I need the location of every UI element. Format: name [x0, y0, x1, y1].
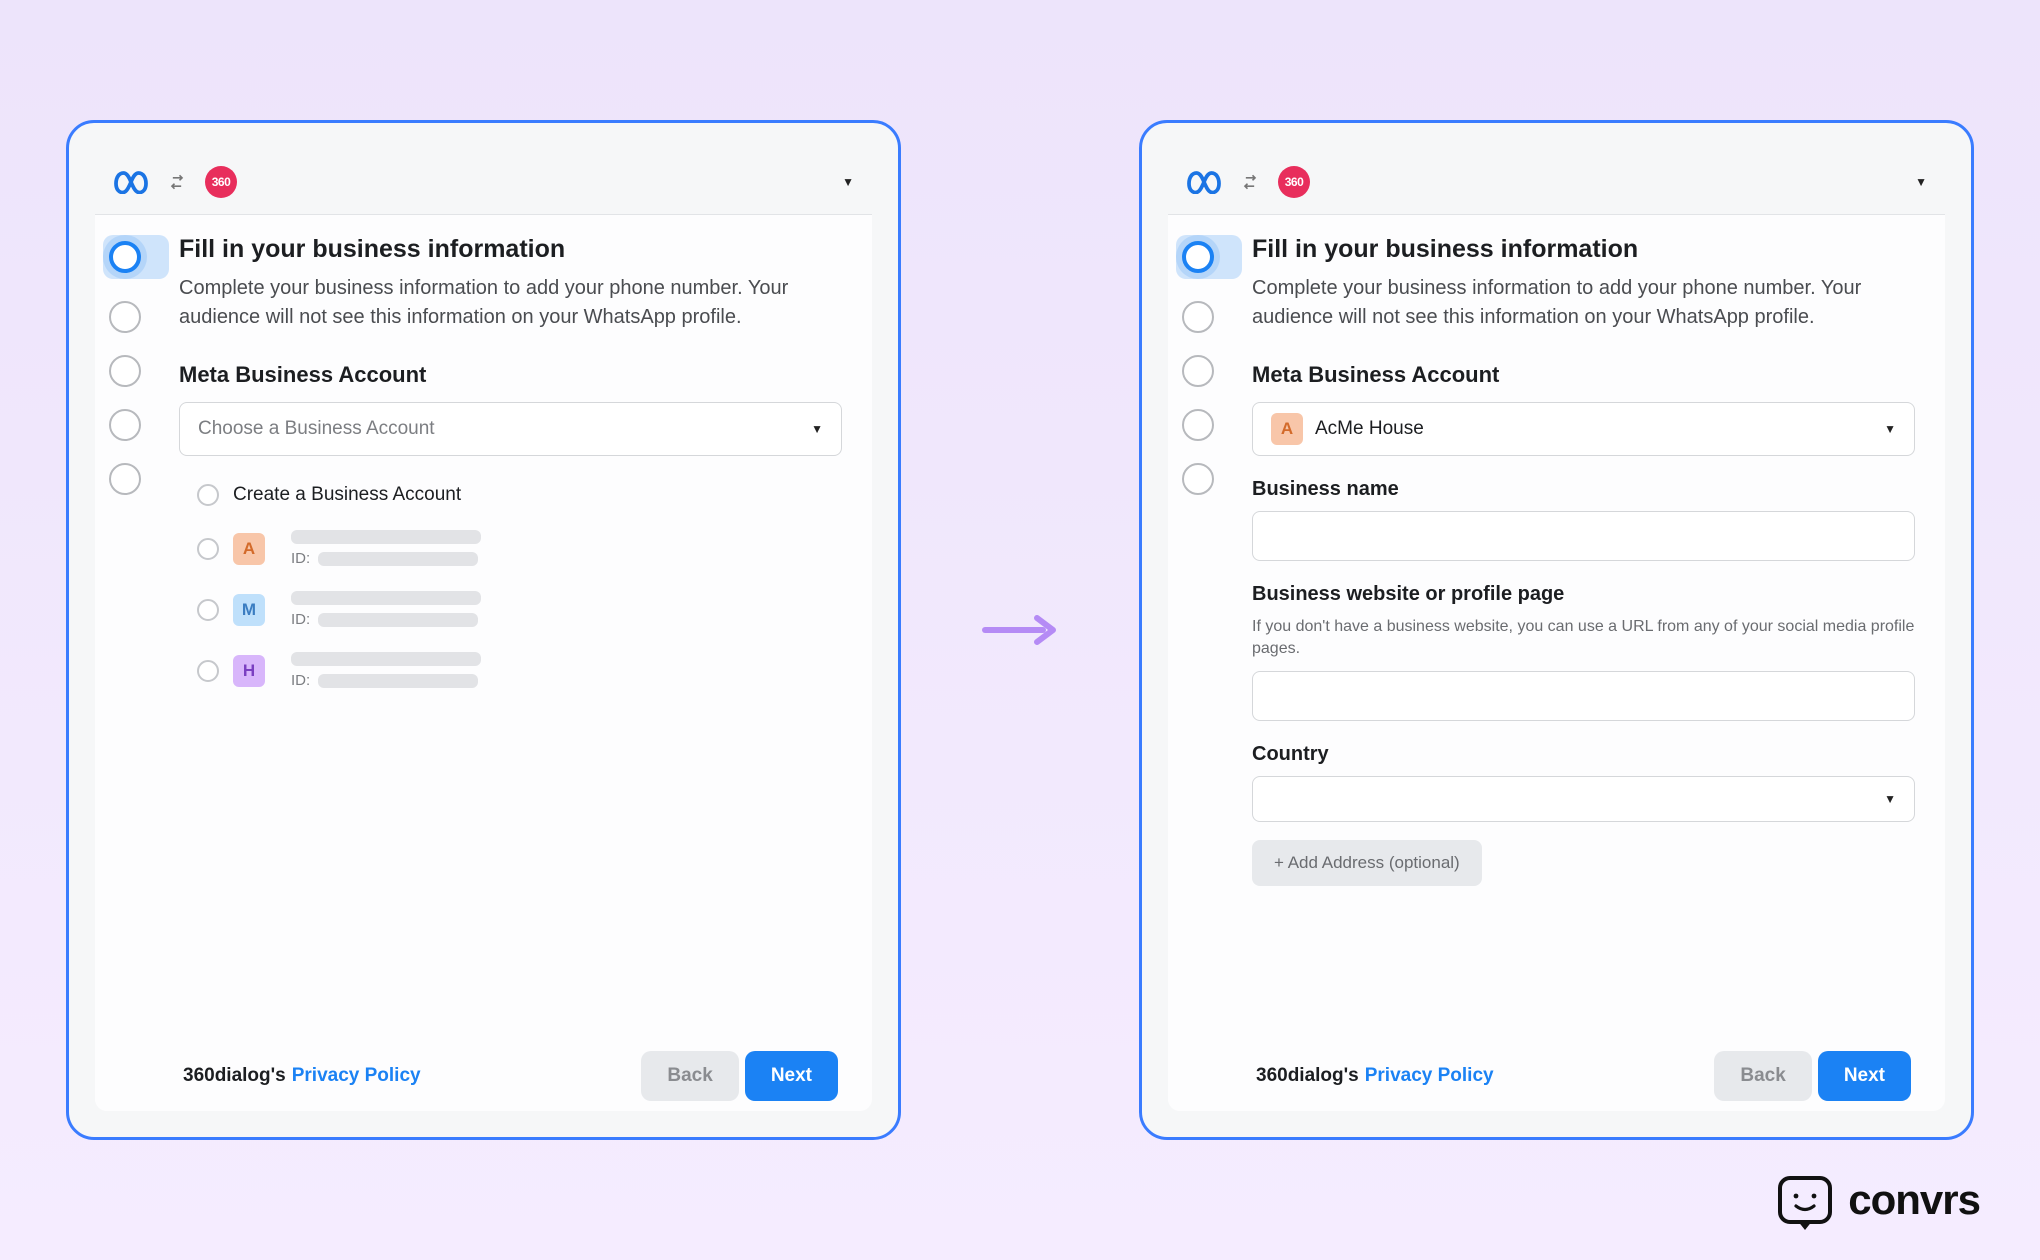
back-button[interactable]: Back — [641, 1051, 738, 1101]
account-option-h[interactable]: H ID: — [189, 640, 832, 701]
business-account-select[interactable]: A AcMe House ▼ — [1252, 402, 1915, 456]
step-3 — [109, 355, 141, 387]
step-4 — [1182, 409, 1214, 441]
account-option-a[interactable]: A ID: — [189, 518, 832, 579]
radio-icon — [197, 484, 219, 506]
page-title: Fill in your business information — [179, 235, 842, 264]
360dialog-badge-icon: 360 — [1278, 166, 1310, 198]
account-option-m[interactable]: M ID: — [189, 579, 832, 640]
topbar: 360 ▼ — [95, 149, 872, 215]
account-name-skeleton — [291, 652, 481, 666]
meta-account-label: Meta Business Account — [1252, 362, 1915, 388]
step-4 — [109, 409, 141, 441]
radio-icon — [197, 599, 219, 621]
account-name-skeleton — [291, 530, 481, 544]
business-name-label: Business name — [1252, 478, 1915, 501]
radio-icon — [197, 538, 219, 560]
page-subtitle: Complete your business information to ad… — [179, 274, 842, 332]
step-3 — [1182, 355, 1214, 387]
account-id-label: ID: — [291, 672, 310, 689]
step-1 — [1182, 241, 1214, 273]
meta-logo-icon — [1186, 170, 1222, 194]
chevron-down-icon: ▼ — [811, 422, 823, 436]
convrs-logo-icon — [1778, 1176, 1832, 1224]
create-account-label: Create a Business Account — [233, 484, 461, 506]
next-button[interactable]: Next — [1818, 1051, 1911, 1101]
chevron-down-icon: ▼ — [1884, 792, 1896, 806]
radio-icon — [197, 660, 219, 682]
page-subtitle: Complete your business information to ad… — [1252, 274, 1915, 332]
arrow-right-icon — [981, 610, 1059, 650]
privacy-prefix: 360dialog's — [1256, 1065, 1359, 1087]
chevron-down-icon: ▼ — [1884, 422, 1896, 436]
account-id-skeleton — [318, 552, 478, 566]
step-1 — [109, 241, 141, 273]
stepper — [1168, 215, 1242, 1111]
privacy-policy-link[interactable]: Privacy Policy — [1365, 1065, 1494, 1087]
add-address-button[interactable]: + Add Address (optional) — [1252, 840, 1482, 886]
meta-logo-icon — [113, 170, 149, 194]
step-5 — [109, 463, 141, 495]
step-2 — [1182, 301, 1214, 333]
topbar-menu-caret[interactable]: ▼ — [1915, 175, 1927, 189]
website-label: Business website or profile page — [1252, 583, 1915, 606]
topbar-menu-caret[interactable]: ▼ — [842, 175, 854, 189]
back-button[interactable]: Back — [1714, 1051, 1811, 1101]
meta-account-label: Meta Business Account — [179, 362, 842, 388]
avatar-a: A — [233, 533, 265, 565]
avatar-m: M — [233, 594, 265, 626]
step-5 — [1182, 463, 1214, 495]
stepper — [95, 215, 169, 1111]
360dialog-badge-icon: 360 — [205, 166, 237, 198]
privacy-prefix: 360dialog's — [183, 1065, 286, 1087]
account-id-label: ID: — [291, 611, 310, 628]
business-account-dropdown: Create a Business Account A ID: — [179, 462, 842, 711]
topbar: 360 ▼ — [1168, 149, 1945, 215]
website-input[interactable] — [1252, 671, 1915, 721]
exchange-icon — [165, 170, 189, 194]
business-name-input[interactable] — [1252, 511, 1915, 561]
account-id-label: ID: — [291, 550, 310, 567]
convrs-brand-text: convrs — [1848, 1176, 1980, 1224]
account-id-skeleton — [318, 674, 478, 688]
step-2 — [109, 301, 141, 333]
panel-step-business-form: 360 ▼ Fill in your business information … — [1139, 120, 1974, 1140]
country-label: Country — [1252, 743, 1915, 766]
selected-account-name: AcMe House — [1315, 418, 1424, 440]
create-business-account-option[interactable]: Create a Business Account — [189, 472, 832, 518]
exchange-icon — [1238, 170, 1262, 194]
select-placeholder: Choose a Business Account — [198, 418, 435, 440]
avatar-a: A — [1271, 413, 1303, 445]
panel-step-select-account: 360 ▼ Fill in your business information … — [66, 120, 901, 1140]
privacy-policy-link[interactable]: Privacy Policy — [292, 1065, 421, 1087]
business-account-select[interactable]: Choose a Business Account ▼ — [179, 402, 842, 456]
convrs-brand: convrs — [1778, 1176, 1980, 1224]
account-id-skeleton — [318, 613, 478, 627]
avatar-h: H — [233, 655, 265, 687]
account-name-skeleton — [291, 591, 481, 605]
website-helper: If you don't have a business website, yo… — [1252, 616, 1915, 661]
next-button[interactable]: Next — [745, 1051, 838, 1101]
country-select[interactable]: ▼ — [1252, 776, 1915, 822]
page-title: Fill in your business information — [1252, 235, 1915, 264]
